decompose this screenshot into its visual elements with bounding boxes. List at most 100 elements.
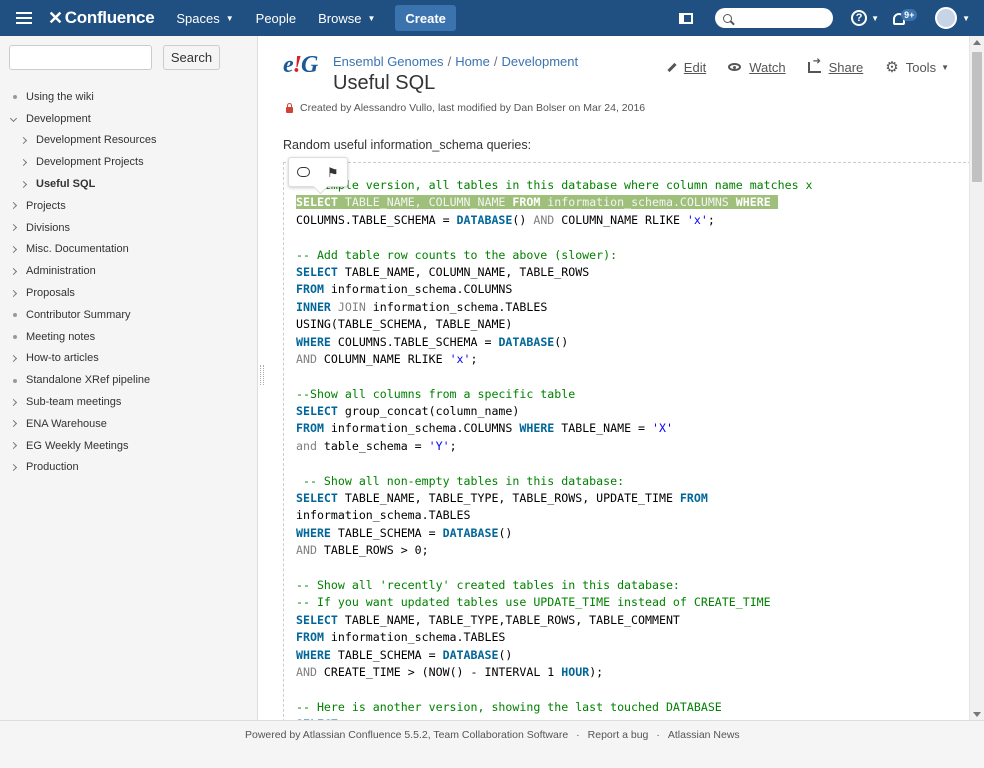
sidebar-item[interactable]: Administration [9,260,250,282]
eye-icon [728,63,742,71]
code-line: SELECT group_concat(column_name) [296,403,813,420]
watch-button[interactable]: Watch [728,60,786,75]
space-logo-right: G [301,52,318,78]
sidebar-item[interactable]: Development Projects [10,151,250,173]
notifications-button[interactable]: 9+ [893,9,918,27]
gear-icon: ⚙ [885,59,899,76]
sidebar-item[interactable]: ENA Warehouse [9,413,250,435]
sidebar-item[interactable]: Projects [9,195,250,217]
code-token: SELECT [296,404,338,419]
app-switcher-icon[interactable] [16,12,32,24]
scroll-up-icon[interactable] [973,40,981,45]
breadcrumb-ensembl-genomes[interactable]: Ensembl Genomes [333,54,444,69]
comment-icon[interactable] [297,167,311,177]
code-token: ; [470,351,478,366]
sidebar-item[interactable]: Development Resources [10,130,250,152]
share-button[interactable]: Share [807,56,863,75]
create-button[interactable]: Create [395,5,456,31]
sidebar-item[interactable]: EG Weekly Meetings [9,435,250,457]
sidebar-item[interactable]: Standalone XRef pipeline [10,369,250,391]
lock-icon[interactable] [286,102,293,113]
sql-code[interactable]: -- Simple version, all tables in this da… [296,177,813,720]
spaces-menu[interactable]: Spaces ▼ [176,11,233,26]
atlassian-news-link[interactable]: Atlassian News [668,729,740,741]
code-line: -- Add table row counts to the above (sl… [296,247,813,264]
chevron-right-icon[interactable] [9,353,26,364]
sidebar-item[interactable]: Divisions [9,217,250,239]
edit-button[interactable]: Edit [666,60,706,75]
breadcrumb-home[interactable]: Home [455,54,490,69]
scroll-down-icon[interactable] [973,712,981,717]
code-token: DATABASE [442,647,499,662]
chevron-right-icon[interactable] [9,222,26,233]
byline-text: Created by Alessandro Vullo, last modifi… [300,102,646,114]
breadcrumb-separator: / [493,54,498,69]
chevron-right-icon[interactable] [9,200,26,211]
code-line: -- Show all 'recently' created tables in… [296,577,813,594]
code-token: group_concat(column_name) [337,404,520,419]
chevron-right-icon[interactable] [9,462,26,473]
code-token: WHERE [296,525,331,540]
sidebar-item[interactable]: Meeting notes [10,326,250,348]
sidebar-item[interactable]: Development [9,108,250,130]
breadcrumb: Ensembl Genomes / Home / Development [333,54,578,69]
sidebar-item[interactable]: Proposals [9,282,250,304]
user-avatar[interactable] [935,7,958,29]
chevron-down-icon[interactable] [9,113,26,124]
sidebar-item-label: Divisions [26,221,71,234]
chevron-right-icon[interactable] [9,440,26,451]
chevron-right-icon[interactable] [19,179,36,190]
sidebar-item-label: ENA Warehouse [26,417,107,430]
chevron-right-icon[interactable] [9,288,26,299]
sidebar-item-label: Meeting notes [26,330,96,343]
help-icon[interactable]: ? [851,10,868,26]
code-token: COLUMNS.TABLE_SCHEMA = [330,334,499,349]
chevron-right-icon[interactable] [19,135,36,146]
chevron-right-icon[interactable] [9,418,26,429]
browse-menu[interactable]: Browse ▼ [318,11,375,26]
jira-issue-icon[interactable]: ⚑ [327,166,339,179]
space-logo-mark: ! [292,52,302,78]
chevron-right-icon[interactable] [19,157,36,168]
tools-menu[interactable]: ⚙ Tools ▼ [885,58,949,76]
sidebar-item[interactable]: Misc. Documentation [9,239,250,261]
code-line: WHERE COLUMNS.TABLE_SCHEMA = DATABASE() [296,334,813,351]
page-scrollbar[interactable] [969,36,984,720]
sidebar-item-label: Development [26,112,91,125]
sidebar-toggle-icon[interactable] [679,12,694,24]
sidebar-item-label: Administration [26,265,96,278]
sidebar-item[interactable]: Useful SQL [10,173,250,195]
code-token: -- Show all 'recently' created tables in… [296,577,680,592]
chevron-right-icon[interactable] [9,244,26,255]
sidebar-item-label: Projects [26,199,66,212]
sidebar-item-label: Useful SQL [36,178,96,191]
sidebar-search-input[interactable] [9,45,152,70]
code-token: FROM [296,630,324,645]
chevron-right-icon[interactable] [9,397,26,408]
sidebar-item[interactable]: How-to articles [9,348,250,370]
sidebar-item[interactable]: Production [9,457,250,479]
code-token: 'x' [686,212,708,227]
report-bug-link[interactable]: Report a bug [588,729,649,741]
sidebar-item[interactable]: Using the wiki [10,86,250,108]
code-token: COLUMN_NAME RLIKE [554,212,687,227]
code-token: () [498,647,513,662]
code-token: -- Here is another version, showing the … [296,699,722,714]
sidebar-item[interactable]: Sub-team meetings [9,391,250,413]
code-token: AND [296,351,317,366]
chevron-right-icon[interactable] [9,266,26,277]
confluence-logo[interactable]: ✕ Confluence [48,8,155,29]
space-logo[interactable]: e!G [283,52,321,84]
code-line: -- If you want updated tables use UPDATE… [296,594,813,611]
code-line: AND TABLE_ROWS > 0; [296,542,813,559]
intro-paragraph: Random useful information_schema queries… [283,138,532,152]
people-link[interactable]: People [256,11,296,26]
quick-search-input[interactable] [715,8,834,28]
sidebar-search-button[interactable]: Search [163,45,220,70]
code-line: --Show all columns from a specific table [296,386,813,403]
breadcrumb-development[interactable]: Development [502,54,579,69]
sidebar-item[interactable]: Contributor Summary [10,304,250,326]
sidebar-resize-handle[interactable] [260,365,264,385]
scrollbar-thumb[interactable] [972,52,982,182]
